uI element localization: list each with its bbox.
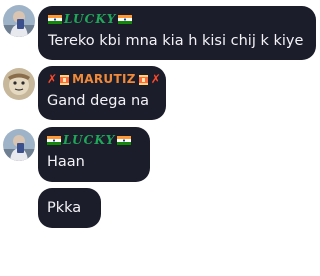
message-text: Haan <box>47 154 85 170</box>
author-name[interactable]: LUCKY <box>47 133 141 148</box>
avatar-lucky-image <box>3 5 35 37</box>
author-name-text: LUCKY <box>63 133 116 147</box>
avatar-lucky[interactable] <box>3 129 35 161</box>
india-flag-icon <box>117 136 132 145</box>
avatar-marutiz[interactable] <box>3 68 35 100</box>
avatar-lucky-image <box>3 129 35 161</box>
message-text: Pkka <box>47 200 82 216</box>
india-flag-icon <box>48 15 62 24</box>
avatar-marutiz-image <box>3 68 35 100</box>
lantern-icon <box>138 74 149 86</box>
message-text: Tereko kbi mna kia h kisi chij k kiye <box>48 33 304 49</box>
india-flag-icon <box>118 15 133 24</box>
author-name-text: MARUTIZ <box>72 72 136 86</box>
message-text: Gand dega na <box>47 93 150 109</box>
author-name-text: LUCKY <box>64 12 117 26</box>
message-bubble[interactable]: LUCKY Tereko kbi mna kia h kisi chij k k… <box>38 6 316 60</box>
x-mark-icon: ✗ <box>150 72 161 86</box>
author-name[interactable]: ✗ MARUTIZ ✗ <box>47 72 161 87</box>
message-bubble[interactable]: LUCKY Haan <box>38 127 150 182</box>
lantern-icon <box>59 74 70 86</box>
avatar-lucky[interactable] <box>3 5 35 37</box>
author-name[interactable]: LUCKY <box>48 12 306 27</box>
x-mark-icon: ✗ <box>47 72 58 86</box>
message-bubble[interactable]: Pkka <box>38 188 101 228</box>
message-bubble[interactable]: ✗ MARUTIZ ✗ Gand dega na <box>38 66 166 120</box>
india-flag-icon <box>47 136 61 145</box>
